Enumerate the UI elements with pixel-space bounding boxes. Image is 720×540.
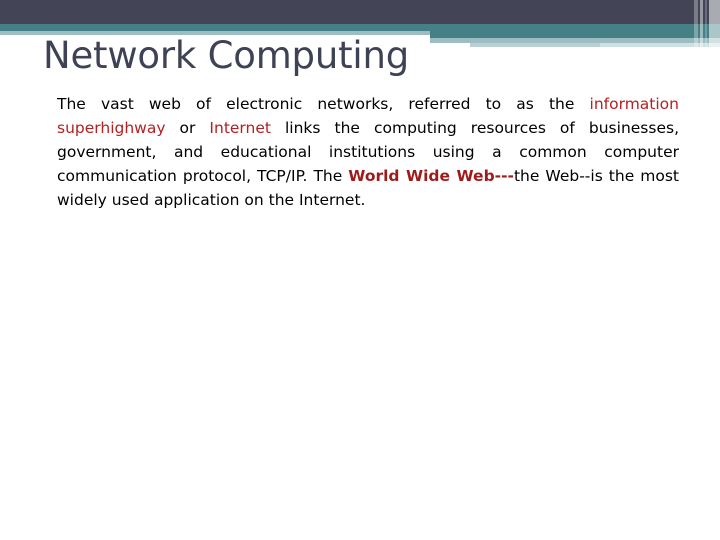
banner-vertical-stripe-1	[694, 0, 698, 56]
banner-vertical-stripe-3	[705, 0, 707, 56]
banner-vertical-stripe-4	[709, 0, 720, 56]
slide-title: Network Computing	[43, 34, 410, 77]
body-highlight-term-bold: World Wide Web---	[348, 167, 514, 185]
banner-band-teal	[0, 24, 720, 31]
body-text-run: or	[165, 119, 210, 137]
body-highlight-term: Internet	[209, 119, 271, 137]
slide-body-paragraph: The vast web of electronic networks, ref…	[57, 92, 679, 212]
banner-band-dark-navy	[0, 0, 720, 24]
body-text-run: The vast web of electronic networks, ref…	[57, 95, 590, 113]
banner-vertical-stripe-2	[700, 0, 703, 56]
slide-canvas: Network Computing The vast web of electr…	[0, 0, 720, 540]
